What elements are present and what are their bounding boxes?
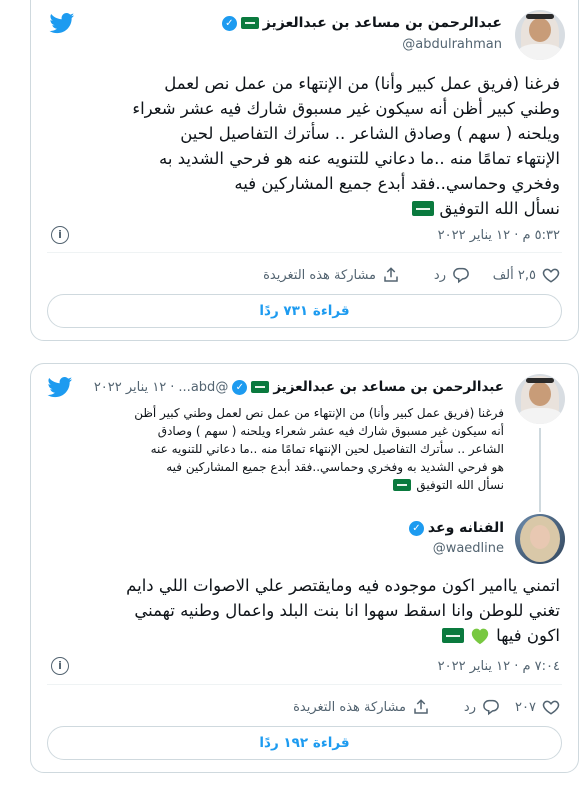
author-name-row[interactable]: عبدالرحمن بن مساعد بن عبدالعزيز ✓: [221, 15, 502, 31]
quoted-date[interactable]: ١٢ يناير ٢٠٢٢: [94, 380, 166, 395]
heart-icon: [542, 268, 560, 283]
avatar-waed[interactable]: [515, 514, 565, 564]
like-count: ٢,٥ ألف: [492, 267, 536, 283]
avatar-abdulrahman[interactable]: [515, 374, 565, 424]
like-count: ٢٠٧: [515, 699, 536, 715]
tweet-text: فرغنا (فريق عمل كبير وأنا) من الإنتهاء م…: [45, 71, 560, 221]
author-handle[interactable]: @waedline: [433, 541, 504, 556]
like-button[interactable]: ٢,٥ ألف: [493, 266, 560, 284]
reply-label: رد: [433, 267, 446, 283]
author-name-row[interactable]: الفنانه وعد ✓: [408, 520, 504, 536]
saudi-flag-icon: [393, 479, 412, 491]
dot-separator: ·: [170, 379, 175, 395]
like-button[interactable]: ٢٠٧: [515, 698, 560, 716]
saudi-flag-icon: [411, 201, 434, 216]
tweet-text-line: اتمني ياامير اكون موجوده فيه ومايقتصر عل…: [126, 576, 560, 595]
tweet-text-line: الإنتهاء تمامًا منه ..ما دعاني للتنويه ع…: [159, 149, 560, 168]
share-button[interactable]: مشاركة هذه التغريدة: [293, 698, 430, 716]
saudi-flag-icon: [240, 17, 259, 29]
avatar-abdulrahman[interactable]: [515, 10, 565, 60]
tweet-text-line: وفخري وحماسي..فقد أبدع جميع المشاركين في…: [234, 174, 560, 193]
quoted-text-line: أنه سيكون غير مسبوق شارك فيه عشر شعراء و…: [157, 424, 504, 438]
share-upload-icon: [384, 267, 398, 282]
share-label: مشاركة هذه التغريدة: [263, 267, 376, 283]
twitter-bird-icon[interactable]: [49, 13, 75, 34]
quoted-author-row[interactable]: عبدالرحمن بن مساعد بن عبدالعزيز ✓ @abd..…: [94, 379, 504, 395]
tweet-actions: ٢٠٧ رد مشاركة هذه التغريدة: [31, 698, 578, 718]
info-icon[interactable]: i: [51, 226, 69, 244]
tweet-text-line: تغني للوطن وانا اسقط سهوا انا بنت البلد …: [134, 601, 560, 620]
read-replies-button[interactable]: قراءة ١٩٢ ردًا: [47, 726, 562, 760]
quoted-text-line-last: نسأل الله التوفيق: [416, 478, 504, 492]
heart-icon: [542, 700, 560, 715]
share-upload-icon: [414, 699, 428, 714]
author-handle[interactable]: @abdulrahman: [402, 37, 502, 52]
tweet-timestamp[interactable]: ٧:٠٤ م · ١٢ يناير ٢٠٢٢: [438, 659, 560, 674]
reply-bubble-icon: [453, 267, 469, 284]
tweet-text-line: ويلحنه ( سهم ) وصادق الشاعر .. سأترك الت…: [180, 124, 560, 143]
thread-connector-line: [539, 428, 541, 512]
quoted-author-name[interactable]: عبدالرحمن بن مساعد بن عبدالعزيز: [273, 379, 504, 395]
quoted-text-line: الشاعر .. سأترك التفاصيل لحين الإنتهاء ت…: [150, 442, 504, 456]
info-icon[interactable]: i: [51, 657, 69, 675]
twitter-bird-icon[interactable]: [47, 377, 73, 398]
tweet-text-line-last: نسأل الله التوفيق: [439, 199, 560, 218]
verified-badge-icon: ✓: [408, 520, 424, 536]
reply-button[interactable]: رد: [434, 266, 470, 284]
share-button[interactable]: مشاركة هذه التغريدة: [263, 266, 400, 284]
tweet-card-1: عبدالرحمن بن مساعد بن عبدالعزيز ✓ @abdul…: [30, 0, 579, 341]
tweet-text-line-last: اكون فيها: [496, 626, 560, 645]
quoted-author-handle[interactable]: @abd...: [178, 380, 228, 395]
reply-label: رد: [463, 699, 476, 715]
saudi-flag-icon: [251, 381, 270, 393]
quoted-tweet-text: فرغنا (فريق عمل كبير وأنا) من الإنتهاء م…: [44, 404, 504, 494]
tweet-card-2: عبدالرحمن بن مساعد بن عبدالعزيز ✓ @abd..…: [30, 363, 579, 773]
tweet-text: اتمني ياامير اكون موجوده فيه ومايقتصر عل…: [45, 573, 560, 648]
verified-badge-icon: ✓: [221, 15, 237, 31]
reply-button[interactable]: رد: [464, 698, 500, 716]
green-heart-icon: [471, 628, 489, 644]
reply-bubble-icon: [483, 699, 499, 716]
tweet-text-line: وطني كبير أظن أنه سيكون غير مسبوق شارك ف…: [132, 99, 560, 118]
verified-badge-icon: ✓: [232, 379, 248, 395]
share-label: مشاركة هذه التغريدة: [293, 699, 406, 715]
tweet-timestamp[interactable]: ٥:٣٢ م · ١٢ يناير ٢٠٢٢: [438, 228, 560, 243]
tweet-actions: ٢,٥ ألف رد مشاركة هذه التغريدة: [31, 266, 578, 286]
quoted-text-line: هو فرحي الشديد به وفخري وحماسي..فقد أبدع…: [166, 460, 504, 474]
read-replies-button[interactable]: قراءة ٧٣١ ردًا: [47, 294, 562, 328]
tweet-text-line: فرغنا (فريق عمل كبير وأنا) من الإنتهاء م…: [164, 74, 560, 93]
author-name[interactable]: الفنانه وعد: [428, 520, 504, 536]
tweet-text-line: نسأل الله التوفيق: [45, 196, 560, 221]
quoted-text-line: نسأل الله التوفيق: [44, 476, 504, 494]
saudi-flag-icon: [442, 628, 465, 643]
author-name[interactable]: عبدالرحمن بن مساعد بن عبدالعزيز: [263, 15, 502, 31]
quoted-text-line: فرغنا (فريق عمل كبير وأنا) من الإنتهاء م…: [134, 406, 504, 420]
tweet-text-line: اكون فيها: [45, 623, 560, 648]
